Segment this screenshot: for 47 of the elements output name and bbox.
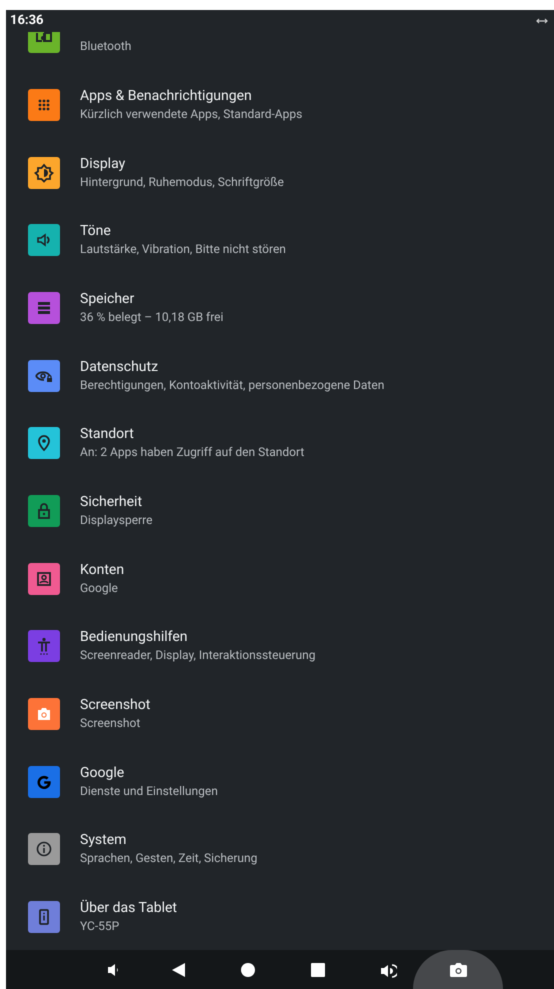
item-subtitle: Dienste und Einstellungen	[80, 782, 218, 800]
item-title: Standort	[80, 425, 135, 444]
settings-item[interactable]: Konten Google	[6, 544, 554, 612]
item-subtitle: Displaysperre	[80, 512, 152, 529]
settings-item[interactable]: Screenshot Screenshot	[6, 680, 554, 748]
item-subtitle: Kürzlich verwendete Apps, Standard-Apps	[80, 106, 302, 123]
item-title: Konten	[80, 560, 124, 580]
item-subtitle: Screenreader, Display, Interaktionssteuerung	[80, 647, 316, 664]
home-icon[interactable]	[241, 963, 255, 977]
item-title: Screenshot	[80, 696, 150, 716]
item-subtitle: Bluetooth	[80, 38, 132, 56]
item-subtitle: Lautstärke, Vibration, Bitte nicht stören	[80, 241, 286, 258]
item-title: Bedienungshilfen	[80, 628, 189, 648]
settings-item[interactable]: Über das Tablet YC-55P	[6, 883, 554, 950]
item-title: Töne	[80, 222, 112, 242]
item-subtitle: 36 % belegt – 10,18 GB frei	[80, 308, 224, 326]
item-subtitle: Screenshot	[80, 715, 142, 732]
item-title: Display	[80, 154, 126, 174]
item-title: System	[80, 831, 128, 850]
item-title: Sicherheit	[80, 492, 144, 512]
settings-item[interactable]: Bedienungshilfen Screenreader, Display, Interaktionssteuerung	[6, 612, 554, 680]
settings-item[interactable]: Apps & Benachrichtigungen Kürzlich verwendete Apps, Standard-Apps	[6, 71, 554, 139]
camera-icon	[450, 962, 466, 976]
settings-item[interactable]: Sicherheit Displaysperre	[6, 477, 554, 545]
item-title: Datenschutz	[80, 358, 160, 377]
item-subtitle: Google	[80, 580, 119, 597]
item-title: Apps & Benachrichtigungen	[80, 86, 253, 106]
settings-item[interactable]: Töne Lautstärke, Vibration, Bitte nicht stören	[6, 206, 554, 274]
arrows-icon	[536, 17, 548, 25]
settings-item[interactable]: Display Hintergrund, Ruhemodus, Schriftgröße	[6, 138, 554, 206]
settings-item[interactable]: Bluetooth	[6, 32, 554, 71]
item-subtitle: An: 2 Apps haben Zugriff auf den Standort	[80, 444, 304, 462]
item-subtitle: Hintergrund, Ruhemodus, Schriftgröße	[80, 174, 284, 191]
settings-item[interactable]: Google Dienste und Einstellungen	[6, 748, 554, 816]
back-icon[interactable]	[172, 963, 185, 977]
item-subtitle: YC-55P	[80, 918, 120, 936]
settings-item[interactable]: System Sprachen, Gesten, Zeit, Sicherung	[6, 816, 554, 884]
settings-item[interactable]: Speicher 36 % belegt – 10,18 GB frei	[6, 274, 554, 342]
item-title: Über das Tablet	[80, 899, 177, 918]
settings-item[interactable]: Datenschutz Berechtigungen, Kontoaktivität, personenbezogene Daten	[6, 342, 554, 410]
item-title: Speicher	[80, 290, 136, 309]
item-subtitle: Berechtigungen, Kontoaktivität, personenbezogene Daten	[80, 376, 384, 394]
item-title: Google	[80, 764, 126, 783]
status-time: 16:36	[10, 12, 44, 30]
settings-item[interactable]: Standort An: 2 Apps haben Zugriff auf den Standort	[6, 409, 554, 478]
item-subtitle: Sprachen, Gesten, Zeit, Sicherung	[80, 850, 258, 868]
volume-up-icon[interactable]	[380, 963, 397, 979]
